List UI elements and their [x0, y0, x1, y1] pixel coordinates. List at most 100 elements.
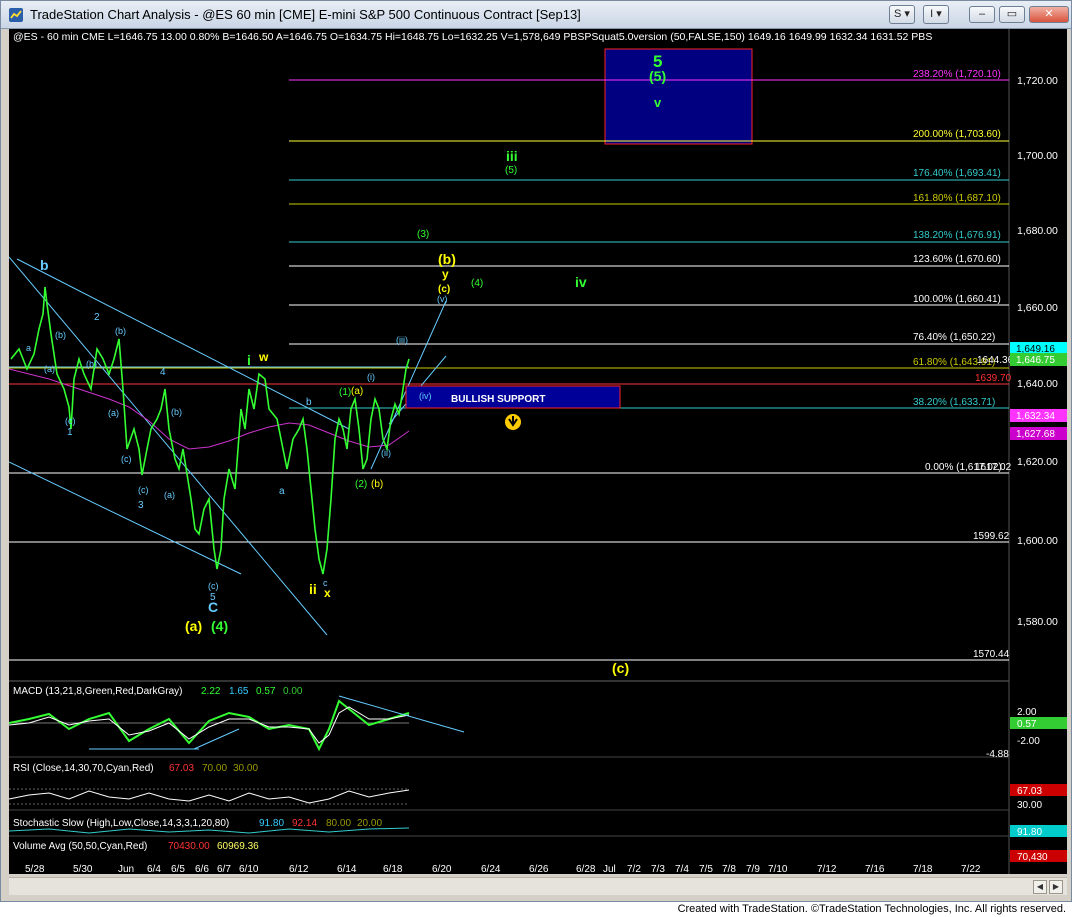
- wave-label: (a): [185, 618, 202, 634]
- indicators-menu-button[interactable]: I ▾: [923, 5, 949, 24]
- date-tick: 6/20: [432, 864, 452, 874]
- level-label: 1599.62: [973, 531, 1010, 542]
- date-tick: 6/12: [289, 864, 309, 874]
- macd-axis: -2.00: [1017, 736, 1040, 747]
- date-tick: 7/4: [675, 864, 689, 874]
- date-tick: 6/5: [171, 864, 185, 874]
- date-tick: 6/4: [147, 864, 161, 874]
- date-tick: 7/22: [961, 864, 981, 874]
- wave-label: y: [442, 267, 449, 281]
- stochastic-panel: Stochastic Slow (High,Low,Close,14,3,3,1…: [8, 818, 1067, 838]
- bullish-support-label: BULLISH SUPPORT: [451, 394, 545, 405]
- stoch-axis: 91.80: [1017, 827, 1042, 838]
- wave-label: (a): [164, 490, 175, 500]
- wave-label: a: [279, 486, 285, 497]
- wave-label: 2: [94, 312, 100, 323]
- fibonacci-labels: 238.20% (1,720.10) 200.00% (1,703.60) 17…: [913, 69, 1002, 473]
- macd-title: MACD (13,21,8,Green,Red,DarkGray): [13, 686, 183, 697]
- chart-area[interactable]: @ES - 60 min CME L=1646.75 13.00 0.80% B…: [8, 29, 1067, 875]
- window-title: TradeStation Chart Analysis - @ES 60 min…: [30, 7, 581, 22]
- wave-label: (2): [355, 479, 367, 490]
- wave-label: (a): [108, 408, 119, 418]
- wave-label: v: [654, 95, 662, 110]
- wave-label: 3: [138, 500, 144, 511]
- stoch-title: Stochastic Slow (High,Low,Close,14,3,3,1…: [13, 818, 229, 829]
- macd-axis: -4.88: [986, 749, 1009, 760]
- date-tick: 5/28: [25, 864, 45, 874]
- wave-label: iv: [575, 274, 587, 290]
- fib-label: 161.80% (1,687.10): [913, 193, 1001, 204]
- target-zone-box: [604, 48, 753, 145]
- rsi-panel: RSI (Close,14,30,70,Cyan,Red) 67.03 70.0…: [8, 763, 1067, 811]
- wave-label: iii: [506, 148, 518, 164]
- horizontal-scrollbar[interactable]: ◀ ▶: [9, 877, 1067, 895]
- symbol-info-line: @ES - 60 min CME L=1646.75 13.00 0.80% B…: [13, 31, 932, 43]
- wave-label: (i): [367, 372, 375, 382]
- date-tick: Jul: [603, 864, 616, 874]
- fib-label: 76.40% (1,650.22): [913, 332, 995, 343]
- minimize-button[interactable]: –: [969, 6, 995, 23]
- fib-label: 38.20% (1,633.71): [913, 397, 995, 408]
- date-tick: 7/8: [722, 864, 736, 874]
- date-tick: 7/9: [746, 864, 760, 874]
- date-tick: Jun: [118, 864, 134, 874]
- copyright-text: Created with TradeStation. ©TradeStation…: [677, 903, 1066, 915]
- wave-label: (c): [612, 660, 629, 676]
- price-tick: 1,580.00: [1017, 616, 1058, 628]
- wave-label: a: [26, 343, 31, 353]
- wave-label: (b): [371, 479, 383, 490]
- rsi-value: 70.00: [202, 763, 227, 774]
- date-tick: 6/26: [529, 864, 549, 874]
- macd-panel: MACD (13,21,8,Green,Red,DarkGray) 2.22 1…: [8, 686, 1067, 760]
- stoch-value: 91.80: [259, 818, 284, 829]
- wave-label: (a): [351, 386, 363, 397]
- wave-label: (b): [115, 326, 126, 336]
- stoch-value: 20.00: [357, 818, 382, 829]
- elliott-wave-labels: 5 (5) v iii (5) (3) (b) y (c) (v) (4) iv…: [26, 52, 666, 676]
- tradestation-app-icon: [9, 8, 23, 22]
- wave-label: i: [247, 352, 251, 368]
- wave-label: (5): [505, 165, 517, 176]
- price-tick: 1,680.00: [1017, 225, 1058, 237]
- price-tick: 1,620.00: [1017, 456, 1058, 468]
- date-axis: 5/28 5/30 Jun 6/4 6/5 6/6 6/7 6/10 6/12 …: [25, 864, 981, 875]
- maximize-button[interactable]: ▭: [999, 6, 1025, 23]
- close-button[interactable]: ✕: [1029, 6, 1069, 23]
- wave-label: ii: [309, 581, 317, 597]
- title-bar[interactable]: TradeStation Chart Analysis - @ES 60 min…: [1, 1, 1071, 29]
- macd-value: 0.57: [256, 686, 276, 697]
- fib-label: 238.20% (1,720.10): [913, 69, 1001, 80]
- chart-canvas[interactable]: @ES - 60 min CME L=1646.75 13.00 0.80% B…: [8, 29, 1067, 875]
- fib-label: 123.60% (1,670.60): [913, 254, 1001, 265]
- date-tick: 7/12: [817, 864, 837, 874]
- wave-label: (3): [417, 229, 429, 240]
- wave-label: (c): [65, 416, 76, 426]
- price-tick: 1,660.00: [1017, 302, 1058, 314]
- price-tags: 1,649.16 1,646.75 1,632.34 1,627.68: [1010, 342, 1067, 440]
- volume-value: 70430.00: [168, 841, 210, 852]
- scroll-right-icon[interactable]: ▶: [1049, 880, 1063, 894]
- date-tick: 6/6: [195, 864, 209, 874]
- wave-label: (1): [339, 387, 351, 398]
- price-tick: 1,700.00: [1017, 150, 1058, 162]
- wave-label: x: [324, 586, 331, 600]
- wave-label: (5): [649, 68, 666, 84]
- date-tick: 7/10: [768, 864, 788, 874]
- wave-label: (v): [437, 294, 448, 304]
- wave-label: 5: [210, 592, 216, 603]
- wave-label: (c): [138, 485, 149, 495]
- date-tick: 6/24: [481, 864, 501, 874]
- scroll-left-icon[interactable]: ◀: [1033, 880, 1047, 894]
- wave-label: 4: [160, 367, 166, 378]
- date-tick: 7/2: [627, 864, 641, 874]
- macd-value: 1.65: [229, 686, 249, 697]
- wave-label: 1: [67, 427, 73, 438]
- macd-value: 0.00: [283, 686, 303, 697]
- wave-label: b: [40, 257, 49, 273]
- wave-label: (b): [86, 359, 97, 369]
- fib-label: 100.00% (1,660.41): [913, 294, 1001, 305]
- styles-menu-button[interactable]: S ▾: [889, 5, 915, 24]
- level-label: 1570.44: [973, 649, 1010, 660]
- wave-label: (b): [55, 330, 66, 340]
- date-tick: 7/18: [913, 864, 933, 874]
